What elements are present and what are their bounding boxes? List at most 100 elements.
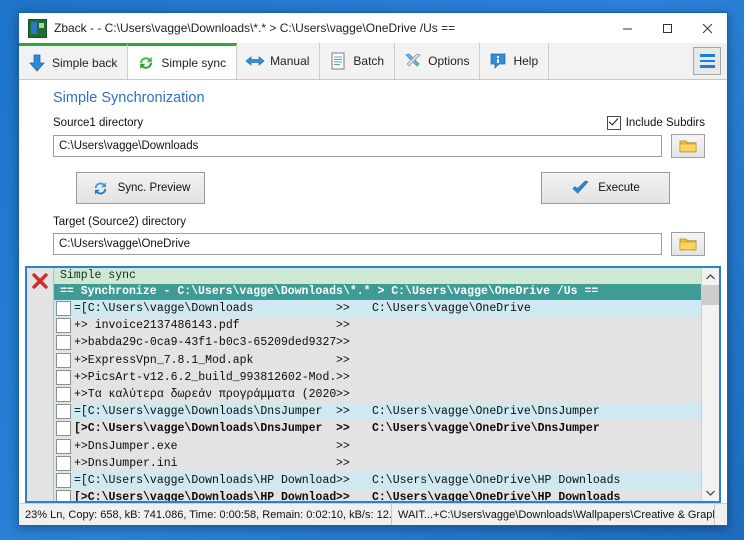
source-field-group: Source1 directory Include Subdirs bbox=[19, 116, 727, 158]
tab-help[interactable]: Help bbox=[480, 43, 550, 79]
log-row-checkbox[interactable] bbox=[56, 352, 71, 368]
log-row[interactable]: =[C:\Users\vagge\Downloads\DnsJumper >> C:… bbox=[54, 403, 701, 421]
log-row-checkbox[interactable] bbox=[56, 387, 71, 403]
log-row-destination: C:\Users\vagge\OneDrive\DnsJumper bbox=[372, 405, 600, 419]
log-row-checkbox[interactable] bbox=[56, 335, 71, 351]
source-label-row: Source1 directory Include Subdirs bbox=[53, 116, 705, 134]
log-panel: Simple sync == Synchronize - C:\Users\va… bbox=[25, 266, 721, 503]
toolbar-spacer bbox=[549, 43, 693, 79]
log-row-source: +>Τα καλύτερα δωρεάν προγράμματα (2020-0… bbox=[74, 388, 336, 402]
tab-options[interactable]: Options bbox=[395, 43, 481, 79]
log-row[interactable]: +>babda29c-0ca9-43f1-b0c3-65209ded9327.t… bbox=[54, 334, 701, 352]
target-label-row: Target (Source2) directory bbox=[53, 216, 705, 232]
log-content: Simple sync == Synchronize - C:\Users\va… bbox=[54, 268, 701, 501]
log-row-source: [>C:\Users\vagge\Downloads\DnsJumper bbox=[74, 422, 323, 436]
zback-window: Zback - - C:\Users\vagge\Downloads\*.* >… bbox=[18, 12, 728, 526]
log-row-arrow: >> bbox=[336, 439, 350, 453]
include-subdirs-label: Include Subdirs bbox=[625, 117, 705, 129]
source-label: Source1 directory bbox=[53, 117, 144, 129]
log-row[interactable]: +>ExpressVpn_7.8.1_Mod.apk >> bbox=[54, 351, 701, 369]
target-field-group: Target (Source2) directory bbox=[19, 216, 727, 256]
log-row-checkbox[interactable] bbox=[56, 490, 71, 501]
log-row-checkbox[interactable] bbox=[56, 438, 71, 454]
log-row-checkbox[interactable] bbox=[56, 301, 71, 317]
log-row[interactable]: [>C:\Users\vagge\Downloads\HP Downloads >… bbox=[54, 489, 701, 501]
scrollbar-thumb[interactable] bbox=[702, 285, 719, 305]
red-x-icon[interactable] bbox=[27, 268, 53, 294]
log-row-arrow: >> bbox=[336, 353, 350, 367]
log-row-arrow: >> bbox=[336, 336, 350, 350]
tab-simple-back-label: Simple back bbox=[52, 55, 118, 70]
log-row[interactable]: +>PicsArt-v12.6.2_build_993812602-Mod.ap… bbox=[54, 368, 701, 386]
log-row-arrow: >> bbox=[336, 302, 350, 316]
log-row[interactable]: [>C:\Users\vagge\Downloads\DnsJumper >> C:… bbox=[54, 420, 701, 438]
hamburger-menu-icon[interactable] bbox=[693, 47, 721, 75]
log-row-source: =[C:\Users\vagge\Downloads\HP Downloads bbox=[74, 473, 336, 487]
log-row[interactable]: +> invoice2137486143.pdf >> bbox=[54, 317, 701, 335]
maximize-button[interactable] bbox=[647, 13, 687, 43]
minimize-button[interactable] bbox=[607, 13, 647, 43]
log-gutter bbox=[27, 268, 54, 501]
log-row[interactable]: +>DnsJumper.ini >> bbox=[54, 454, 701, 472]
log-header: Simple sync bbox=[54, 268, 701, 284]
target-input-row bbox=[53, 232, 705, 256]
sync-preview-button[interactable]: Sync. Preview bbox=[76, 172, 205, 204]
title-bar: Zback - - C:\Users\vagge\Downloads\*.* >… bbox=[19, 13, 727, 43]
target-input[interactable] bbox=[53, 233, 662, 255]
tab-simple-sync[interactable]: Simple sync bbox=[128, 43, 238, 79]
window-controls bbox=[607, 13, 727, 43]
log-row[interactable]: =[C:\Users\vagge\Downloads >> C:\Users\vag… bbox=[54, 300, 701, 318]
log-row-source: +>ExpressVpn_7.8.1_Mod.apk bbox=[74, 353, 254, 367]
sync-preview-label: Sync. Preview bbox=[117, 182, 191, 194]
log-row-source: =[C:\Users\vagge\Downloads bbox=[74, 302, 254, 316]
log-row[interactable]: =[C:\Users\vagge\Downloads\HP Downloads >… bbox=[54, 471, 701, 490]
source-browse-button[interactable] bbox=[671, 134, 705, 158]
log-row[interactable]: +>Τα καλύτερα δωρεάν προγράμματα (2020-0… bbox=[54, 385, 701, 404]
log-row-checkbox[interactable] bbox=[56, 404, 71, 420]
log-row-arrow: >> bbox=[336, 456, 350, 470]
tab-simple-back[interactable]: Simple back bbox=[19, 43, 129, 79]
toolbar: Simple back Simple sync Manual Batch Opt… bbox=[19, 43, 727, 80]
execute-label: Execute bbox=[598, 182, 640, 194]
log-row-checkbox[interactable] bbox=[56, 318, 71, 334]
log-row-source: +>DnsJumper.exe bbox=[74, 439, 178, 453]
chevron-down-icon[interactable] bbox=[702, 484, 719, 501]
source-input[interactable] bbox=[53, 135, 662, 157]
close-button[interactable] bbox=[687, 13, 727, 43]
scrollbar-track[interactable] bbox=[702, 285, 719, 484]
page-title: Simple Synchronization bbox=[53, 90, 205, 106]
log-row-arrow: >> bbox=[336, 319, 350, 333]
sync-refresh-icon bbox=[136, 53, 156, 73]
tab-manual[interactable]: Manual bbox=[237, 43, 321, 79]
folder-icon bbox=[679, 237, 697, 251]
log-row-checkbox[interactable] bbox=[56, 369, 71, 385]
chevron-up-icon[interactable] bbox=[702, 268, 719, 285]
tab-batch[interactable]: Batch bbox=[320, 43, 396, 79]
log-row-source: [>C:\Users\vagge\Downloads\HP Downloads bbox=[74, 491, 336, 501]
execute-button[interactable]: Execute bbox=[541, 172, 670, 204]
log-row-checkbox[interactable] bbox=[56, 421, 71, 437]
log-scrollbar[interactable] bbox=[701, 268, 719, 501]
tab-options-label: Options bbox=[428, 54, 470, 68]
log-row-destination: C:\Users\vagge\OneDrive\DnsJumper bbox=[372, 422, 600, 436]
folder-icon bbox=[679, 139, 697, 153]
checkbox-box bbox=[606, 116, 621, 130]
target-label: Target (Source2) directory bbox=[53, 216, 186, 228]
log-row-arrow: >> bbox=[336, 405, 350, 419]
log-row-arrow: >> bbox=[336, 370, 350, 384]
double-arrow-icon bbox=[245, 51, 265, 71]
target-browse-button[interactable] bbox=[671, 232, 705, 256]
down-arrow-icon bbox=[27, 53, 47, 73]
log-row-arrow: >> bbox=[336, 491, 350, 501]
log-row-arrow: >> bbox=[336, 473, 350, 487]
desktop-background: Zback - - C:\Users\vagge\Downloads\*.* >… bbox=[0, 0, 744, 540]
log-row-list[interactable]: =[C:\Users\vagge\Downloads >> C:\Users\vag… bbox=[54, 300, 701, 501]
status-bar: 23% Ln, Copy: 658, kB: 741.086, Time: 0:… bbox=[19, 503, 727, 525]
log-row[interactable]: +>DnsJumper.exe >> bbox=[54, 437, 701, 455]
sync-form: Simple Synchronization Source1 directory… bbox=[19, 80, 727, 264]
window-title: Zback - - C:\Users\vagge\Downloads\*.* >… bbox=[54, 21, 456, 35]
log-row-checkbox[interactable] bbox=[56, 472, 71, 488]
log-row-checkbox[interactable] bbox=[56, 455, 71, 471]
document-icon bbox=[328, 51, 348, 71]
include-subdirs-checkbox[interactable]: Include Subdirs bbox=[606, 116, 705, 130]
